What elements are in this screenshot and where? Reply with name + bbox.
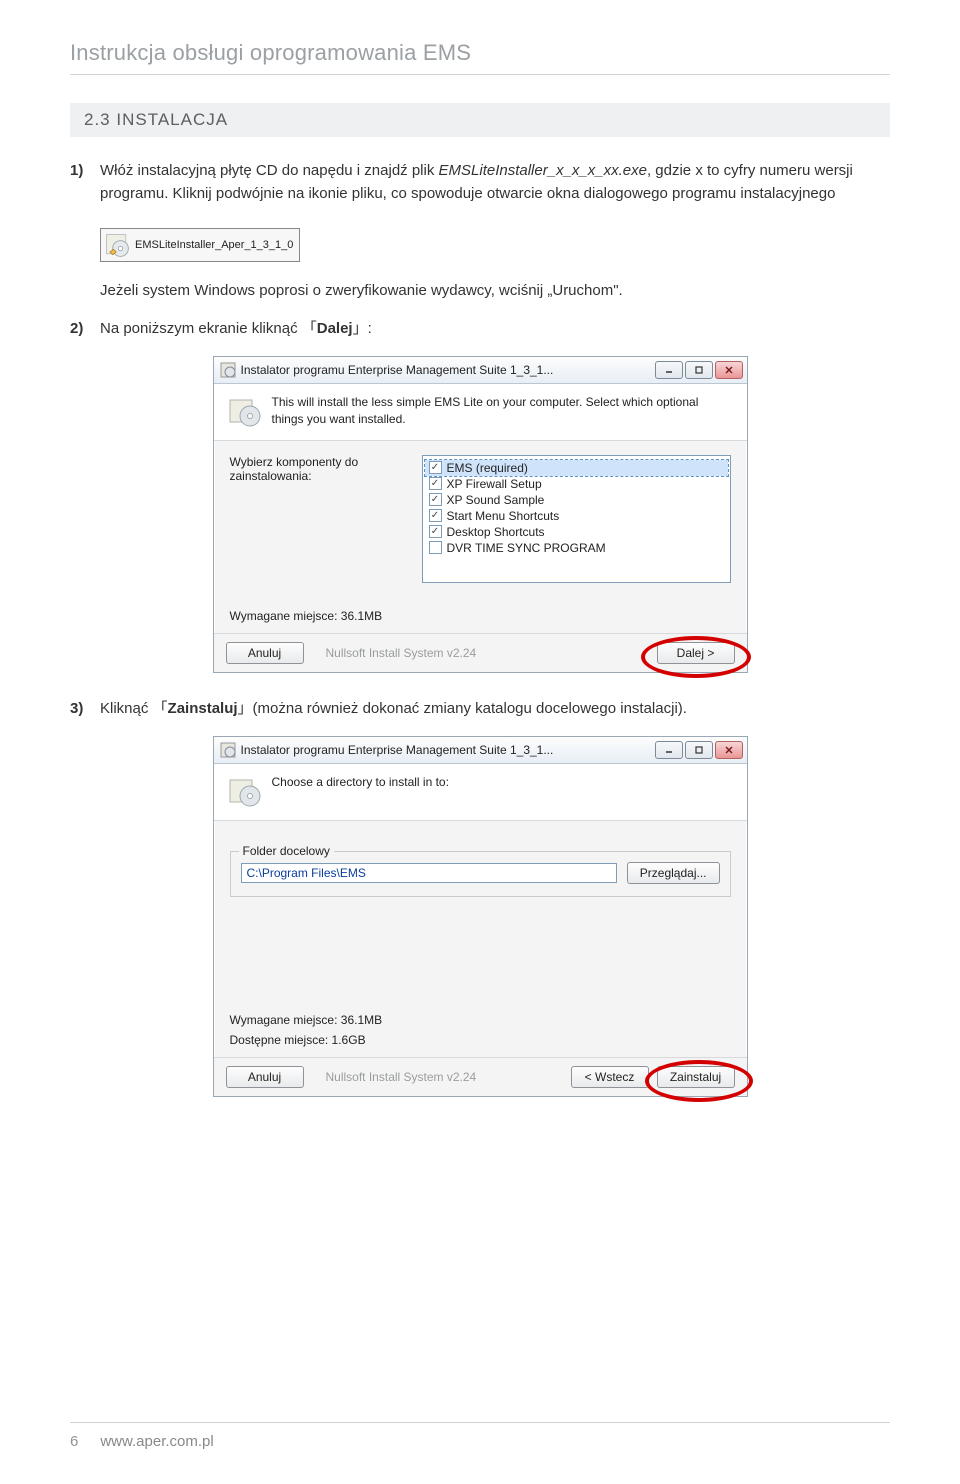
installer-dialog-2: Instalator programu Enterprise Managemen… [213, 736, 748, 1097]
step2-bold: Dalej [317, 320, 353, 337]
step-number: 2) [70, 317, 100, 340]
titlebar: Instalator programu Enterprise Managemen… [214, 357, 747, 384]
component-label: EMS (required) [447, 461, 528, 475]
page-number: 6 [70, 1433, 78, 1450]
step2-text-a: Na poniższym ekranie kliknąć 「 [100, 320, 317, 337]
cancel-button[interactable]: Anuluj [226, 1066, 304, 1088]
dialog-title: Instalator programu Enterprise Managemen… [241, 743, 554, 757]
component-item[interactable]: Desktop Shortcuts [425, 524, 728, 540]
component-label: XP Firewall Setup [447, 477, 542, 491]
required-space: Wymagane miejsce: 36.1MB [230, 609, 731, 623]
step-body: Na poniższym ekranie kliknąć 「Dalej」: [100, 317, 890, 340]
installer-file-icon: EMSLiteInstaller_Aper_1_3_1_0 [100, 228, 300, 262]
step-body: Włóż instalacyjną płytę CD do napędu i z… [100, 159, 890, 206]
checkbox[interactable] [429, 541, 442, 554]
close-button[interactable] [715, 361, 743, 379]
step-number: 3) [70, 697, 100, 720]
component-item[interactable]: XP Sound Sample [425, 492, 728, 508]
step1-text-a: Włóż instalacyjną płytę CD do napędu i z… [100, 162, 439, 179]
component-label: XP Sound Sample [447, 493, 545, 507]
component-label: Desktop Shortcuts [447, 525, 545, 539]
available-space: Dostępne miejsce: 1.6GB [230, 1033, 731, 1047]
component-item[interactable]: XP Firewall Setup [425, 476, 728, 492]
component-label: DVR TIME SYNC PROGRAM [447, 541, 606, 555]
folder-groupbox: Folder docelowy C:\Program Files\EMS Prz… [230, 851, 731, 897]
maximize-button[interactable] [685, 361, 713, 379]
folder-legend: Folder docelowy [239, 844, 334, 858]
titlebar: Instalator programu Enterprise Managemen… [214, 737, 747, 764]
installer-dialog-1: Instalator programu Enterprise Managemen… [213, 356, 748, 673]
step1-note: Jeżeli system Windows poprosi o zweryfik… [100, 282, 890, 299]
minimize-button[interactable] [655, 741, 683, 759]
back-button[interactable]: < Wstecz [571, 1066, 649, 1088]
step2-text-b: 」: [353, 320, 372, 337]
install-button[interactable]: Zainstaluj [657, 1066, 735, 1088]
footer-url: www.aper.com.pl [100, 1433, 213, 1450]
next-button[interactable]: Dalej > [657, 642, 735, 664]
checkbox[interactable] [429, 525, 442, 538]
dialog-title: Instalator programu Enterprise Managemen… [241, 363, 554, 377]
close-button[interactable] [715, 741, 743, 759]
component-listbox[interactable]: EMS (required) XP Firewall Setup XP Sound … [422, 455, 731, 583]
component-item[interactable]: DVR TIME SYNC PROGRAM [425, 540, 728, 556]
component-label: Start Menu Shortcuts [447, 509, 560, 523]
component-item[interactable]: Start Menu Shortcuts [425, 508, 728, 524]
step-1: 1) Włóż instalacyjną płytę CD do napędu … [70, 159, 890, 206]
dialog-button-bar: Anuluj Nullsoft Install System v2.24 Dal… [214, 633, 747, 672]
step3-text-b: 」(można również dokonać zmiany katalogu … [238, 700, 687, 717]
install-path-input[interactable]: C:\Program Files\EMS [241, 863, 617, 883]
dialog-top-text: Choose a directory to install in to: [272, 774, 449, 808]
browse-button[interactable]: Przeglądaj... [627, 862, 720, 884]
app-icon [220, 742, 236, 758]
cancel-button[interactable]: Anuluj [226, 642, 304, 664]
step-2: 2) Na poniższym ekranie kliknąć 「Dalej」: [70, 317, 890, 340]
step-3: 3) Kliknąć 「Zainstaluj」(można również do… [70, 697, 890, 720]
components-label: Wybierz komponenty do zainstalowania: [230, 455, 400, 483]
doc-header: Instrukcja obsługi oprogramowania EMS [70, 40, 890, 75]
maximize-button[interactable] [685, 741, 713, 759]
dialog-top-text: This will install the less simple EMS Li… [272, 394, 733, 428]
component-item[interactable]: EMS (required) [425, 460, 728, 476]
checkbox[interactable] [429, 509, 442, 522]
section-title: 2.3 INSTALACJA [70, 103, 890, 137]
app-icon [220, 362, 236, 378]
nsis-label: Nullsoft Install System v2.24 [316, 1070, 559, 1084]
dialog-header-area: This will install the less simple EMS Li… [214, 384, 747, 441]
cd-installer-icon [103, 231, 131, 259]
step-number: 1) [70, 159, 100, 206]
nsis-label: Nullsoft Install System v2.24 [316, 646, 645, 660]
installer-top-icon [228, 774, 262, 808]
installer-top-icon [228, 394, 262, 428]
dialog-button-bar: Anuluj Nullsoft Install System v2.24 < W… [214, 1057, 747, 1096]
installer-filename: EMSLiteInstaller_x_x_x_xx.exe [439, 162, 647, 179]
dialog-header-area: Choose a directory to install in to: [214, 764, 747, 821]
checkbox[interactable] [429, 477, 442, 490]
minimize-button[interactable] [655, 361, 683, 379]
step3-text-a: Kliknąć 「 [100, 700, 168, 717]
checkbox[interactable] [429, 461, 442, 474]
step3-bold: Zainstaluj [168, 700, 238, 717]
page-footer: 6 www.aper.com.pl [70, 1422, 890, 1450]
required-space: Wymagane miejsce: 36.1MB [230, 1013, 731, 1027]
checkbox[interactable] [429, 493, 442, 506]
installer-icon-label: EMSLiteInstaller_Aper_1_3_1_0 [135, 239, 293, 251]
step-body: Kliknąć 「Zainstaluj」(można również dokon… [100, 697, 890, 720]
